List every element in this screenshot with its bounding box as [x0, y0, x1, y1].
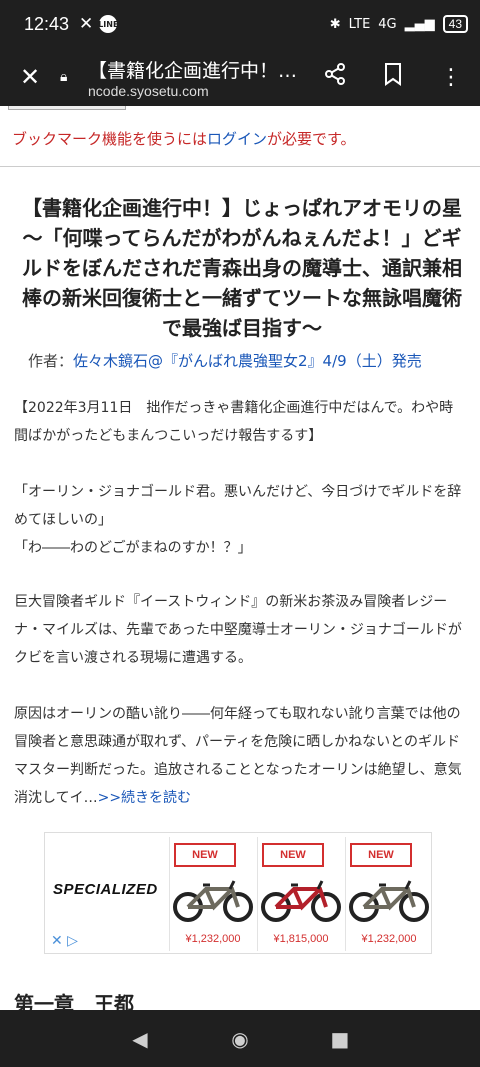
- author-link[interactable]: 佐々木鏡石@『がんばれ農強聖女2』4/9（土）発売: [73, 352, 422, 370]
- ad-price: ¥1,232,000: [361, 933, 417, 945]
- page-url: ncode.syosetu.com: [88, 82, 209, 99]
- bookmark-icon[interactable]: [364, 62, 422, 92]
- clock: 12:43: [24, 13, 70, 34]
- read-more-link[interactable]: >>続きを読む: [98, 790, 191, 806]
- home-icon[interactable]: ◉: [220, 1027, 260, 1051]
- author-label: 作者：: [28, 352, 74, 370]
- signal-bars-icon: ▂▄▆: [404, 16, 435, 32]
- browser-toolbar: ✕ 🔒︎ 【書籍化企画進行中！… ncode.syosetu.com ⋮: [0, 48, 480, 106]
- lock-icon[interactable]: 🔒︎: [60, 69, 82, 85]
- line-icon: LINE: [98, 15, 118, 33]
- ad-price: ¥1,232,000: [185, 933, 241, 945]
- ad-product[interactable]: NEW ¥1,232,000: [169, 837, 255, 951]
- notice-prefix: ブックマーク機能を使うには: [12, 130, 208, 148]
- mute-icon: ✕: [79, 14, 94, 34]
- synopsis-paragraph-3: 巨大冒険者ギルド『イーストウィンド』の新米お茶汲み冒険者レジーナ・マイルズは、先…: [14, 594, 462, 666]
- signal-icon: 4G: [378, 16, 397, 32]
- ad-price: ¥1,815,000: [273, 933, 329, 945]
- author-line: 作者：佐々木鏡石@『がんばれ農強聖女2』4/9（土）発売: [28, 350, 422, 371]
- new-badge: NEW: [350, 843, 412, 867]
- bike-image: [173, 880, 253, 922]
- recents-icon[interactable]: ■: [320, 1027, 360, 1051]
- synopsis-paragraph-2b: 「わ――わのどごがまねのすか！？」: [14, 540, 252, 556]
- system-nav-bar: ◀ ◉ ■: [0, 1010, 480, 1067]
- synopsis-text-4: 原因はオーリンの酷い訛り――何年経っても取れない訛り言葉では他の冒険者と意思疎通…: [14, 706, 462, 806]
- header-edge: [8, 106, 126, 110]
- novel-title: 【書籍化企画進行中！】じょっぱれアオモリの星 ～「何喋ってらんだがわがんねぇんだ…: [22, 196, 480, 340]
- status-bar: 12:43 ✕ LINE ✱ LTE 4G ▂▄▆ 43: [0, 0, 480, 48]
- ad-product[interactable]: NEW ¥1,232,000: [345, 837, 431, 951]
- notice-suffix: が必要です。: [267, 130, 356, 148]
- synopsis-paragraph-2a: 「オーリン・ジョナゴールド君。悪いんだけど、今日づけでギルドを辞めてほしいの」: [14, 484, 462, 528]
- bike-image: [261, 880, 341, 922]
- bluetooth-icon: ✱: [329, 16, 341, 32]
- divider: [0, 166, 480, 167]
- close-icon[interactable]: ✕: [0, 63, 60, 91]
- url-box[interactable]: 【書籍化企画進行中！… ncode.syosetu.com: [88, 56, 306, 99]
- page-title: 【書籍化企画進行中！…: [88, 59, 298, 82]
- synopsis-paragraph-4: 原因はオーリンの酷い訛り――何年経っても取れない訛り言葉では他の冒険者と意思疎通…: [14, 700, 466, 812]
- share-icon[interactable]: [306, 62, 364, 92]
- adchoices-icon[interactable]: ✕ ▷: [51, 933, 78, 949]
- lte-icon: LTE: [348, 16, 371, 32]
- new-badge: NEW: [262, 843, 324, 867]
- back-icon[interactable]: ◀: [120, 1027, 160, 1051]
- ad-brand: SPECIALIZED: [53, 881, 158, 898]
- synopsis-paragraph-1: 【2022年3月11日 拙作だっきゃ書籍化企画進行中だはんで。わや時間ばかがった…: [14, 400, 454, 444]
- login-link[interactable]: ログイン: [207, 130, 267, 148]
- ad-banner[interactable]: SPECIALIZED ✕ ▷ NEW ¥1,232,000 NEW ¥1,81…: [44, 832, 432, 954]
- bike-image: [349, 880, 429, 922]
- ad-product[interactable]: NEW ¥1,815,000: [257, 837, 343, 951]
- more-options-icon[interactable]: ⋮: [422, 65, 480, 90]
- new-badge: NEW: [174, 843, 236, 867]
- battery-icon: 43: [442, 15, 468, 33]
- bookmark-login-notice: ブックマーク機能を使うにはログインが必要です。: [12, 128, 356, 149]
